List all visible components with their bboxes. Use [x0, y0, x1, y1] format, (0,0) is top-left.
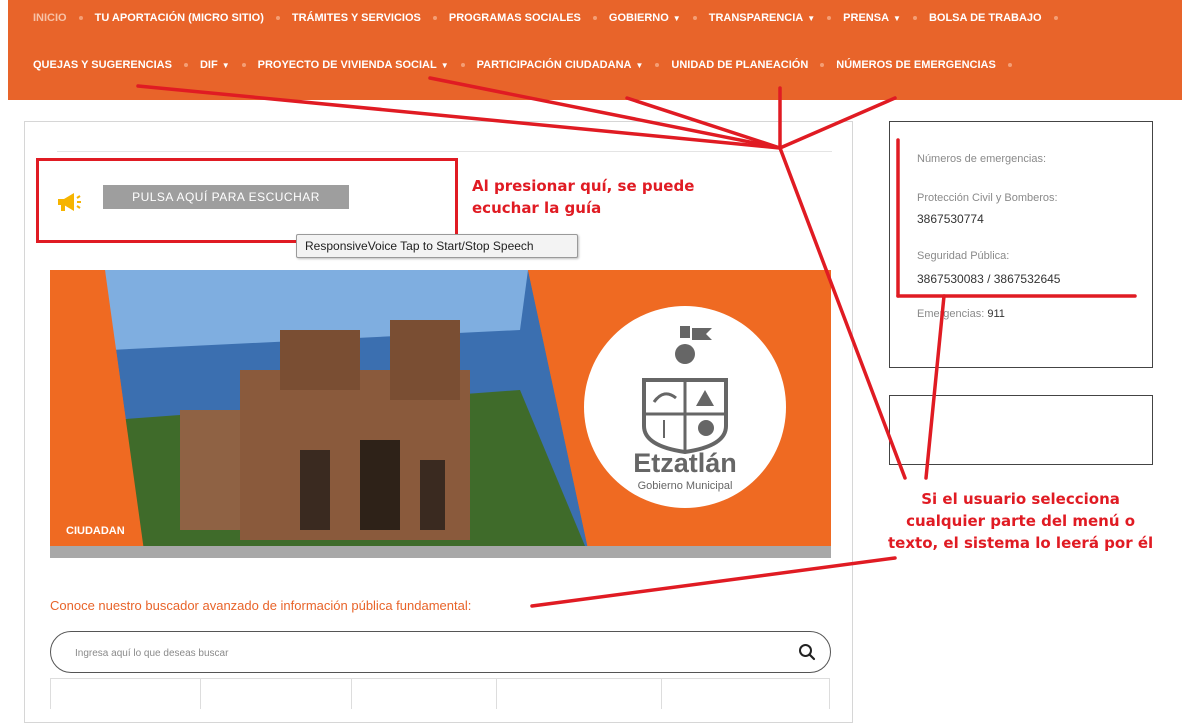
- public-security-label: Seguridad Pública:: [917, 250, 1010, 262]
- separator-dot: [183, 63, 188, 67]
- grid-cell[interactable]: [201, 679, 352, 709]
- nav-item-label[interactable]: TU APORTACIÓN (MICRO SITIO): [95, 12, 264, 24]
- chevron-down-icon[interactable]: ▼: [441, 61, 449, 70]
- hero-banner: CIUDADAN Etzatlán Gobierno Municipal: [50, 270, 831, 558]
- chevron-down-icon[interactable]: ▼: [807, 14, 815, 23]
- nav-item-label[interactable]: TRANSPARENCIA: [709, 12, 804, 24]
- public-security-number[interactable]: 3867530083 / 3867532645: [917, 272, 1060, 286]
- nav-item[interactable]: PROYECTO DE VIVIENDA SOCIAL ▼: [258, 59, 477, 71]
- nav-row-secondary: QUEJAS Y SUGERENCIAS DIF ▼ PROYECTO DE VIVI…: [33, 55, 1024, 75]
- separator-dot: [1053, 16, 1058, 20]
- emergency-heading: Números de emergencias:: [917, 153, 1047, 165]
- search-bar[interactable]: [50, 631, 831, 673]
- separator-dot: [432, 16, 437, 20]
- results-grid: [50, 678, 830, 709]
- nav-item-label[interactable]: PROGRAMAS SOCIALES: [449, 12, 581, 24]
- separator-dot: [78, 16, 83, 20]
- nav-item[interactable]: INICIO: [33, 12, 95, 24]
- nav-item-label[interactable]: BOLSA DE TRABAJO: [929, 12, 1042, 24]
- chevron-down-icon[interactable]: ▼: [673, 14, 681, 23]
- nav-item-label[interactable]: DIF: [200, 59, 218, 71]
- chevron-down-icon[interactable]: ▼: [635, 61, 643, 70]
- nav-item[interactable]: PARTICIPACIÓN CIUDADANA ▼: [477, 59, 672, 71]
- search-heading[interactable]: Conoce nuestro buscador avanzado de info…: [50, 598, 471, 613]
- separator-dot: [1007, 63, 1012, 67]
- nav-item-label[interactable]: PARTICIPACIÓN CIUDADANA: [477, 59, 632, 71]
- nav-item[interactable]: PRENSA ▼: [843, 12, 929, 24]
- civil-protection-label: Protección Civil y Bomberos:: [917, 192, 1058, 204]
- nav-item[interactable]: UNIDAD DE PLANEACIÓN: [671, 59, 836, 71]
- nav-item-label[interactable]: NÚMEROS DE EMERGENCIAS: [836, 59, 996, 71]
- banner-footer-bar: [50, 546, 831, 558]
- emergency-label: Emergencias:: [917, 308, 985, 320]
- nav-item-label[interactable]: PROYECTO DE VIVIENDA SOCIAL: [258, 59, 437, 71]
- speech-highlight-box: [36, 158, 458, 243]
- nav-item[interactable]: DIF ▼: [200, 59, 258, 71]
- grid-cell[interactable]: [497, 679, 662, 709]
- nav-item[interactable]: NÚMEROS DE EMERGENCIAS: [836, 59, 1024, 71]
- separator-dot: [592, 16, 597, 20]
- nav-item[interactable]: PROGRAMAS SOCIALES: [449, 12, 609, 24]
- separator-dot: [692, 16, 697, 20]
- separator-dot: [827, 16, 832, 20]
- search-icon[interactable]: [798, 643, 816, 666]
- nav-item[interactable]: BOLSA DE TRABAJO: [929, 12, 1070, 24]
- separator-dot: [655, 63, 660, 67]
- chevron-down-icon[interactable]: ▼: [893, 14, 901, 23]
- civil-protection-number[interactable]: 3867530774: [917, 212, 984, 226]
- separator-dot: [912, 16, 917, 20]
- speech-tooltip: ResponsiveVoice Tap to Start/Stop Speech: [296, 234, 578, 258]
- separator-dot: [275, 16, 280, 20]
- nav-item-label[interactable]: TRÁMITES Y SERVICIOS: [292, 12, 421, 24]
- nav-row-primary: INICIO TU APORTACIÓN (MICRO SITIO) TRÁMITE…: [33, 8, 1070, 28]
- emergency-numbers-card: Números de emergencias: Protección Civil…: [889, 121, 1153, 368]
- divider: [57, 151, 832, 152]
- nav-item[interactable]: TRANSPARENCIA ▼: [709, 12, 843, 24]
- nav-item[interactable]: TRÁMITES Y SERVICIOS: [292, 12, 449, 24]
- banner-label: CIUDADAN: [66, 525, 125, 537]
- nav-item-label[interactable]: UNIDAD DE PLANEACIÓN: [671, 59, 808, 71]
- separator-dot: [460, 63, 465, 67]
- grid-cell[interactable]: [662, 679, 830, 709]
- main-navigation: INICIO TU APORTACIÓN (MICRO SITIO) TRÁMITE…: [8, 0, 1182, 100]
- nav-item-label[interactable]: PRENSA: [843, 12, 889, 24]
- search-input[interactable]: [73, 642, 757, 664]
- municipal-logo: Etzatlán Gobierno Municipal: [584, 306, 786, 508]
- menu-annotation: Si el usuario selecciona cualquier parte…: [888, 490, 1154, 552]
- municipality-subtitle: Gobierno Municipal: [637, 480, 733, 492]
- speech-annotation: Al presionar quí, se puede ecuchar la gu…: [472, 177, 695, 217]
- separator-dot: [241, 63, 246, 67]
- emergency-number[interactable]: 911: [987, 308, 1005, 320]
- chevron-down-icon[interactable]: ▼: [222, 61, 230, 70]
- nav-item[interactable]: TU APORTACIÓN (MICRO SITIO): [95, 12, 292, 24]
- sidebar-widget-empty: [889, 395, 1153, 465]
- nav-item-label[interactable]: QUEJAS Y SUGERENCIAS: [33, 59, 172, 71]
- nav-item[interactable]: QUEJAS Y SUGERENCIAS: [33, 59, 200, 71]
- nav-item-label[interactable]: INICIO: [33, 12, 67, 24]
- nav-item[interactable]: GOBIERNO ▼: [609, 12, 709, 24]
- emergency-line: Emergencias: 911: [917, 308, 1005, 320]
- separator-dot: [820, 63, 825, 67]
- municipality-name: Etzatlán: [633, 448, 737, 478]
- grid-cell[interactable]: [51, 679, 202, 709]
- grid-cell[interactable]: [352, 679, 498, 709]
- nav-item-label[interactable]: GOBIERNO: [609, 12, 669, 24]
